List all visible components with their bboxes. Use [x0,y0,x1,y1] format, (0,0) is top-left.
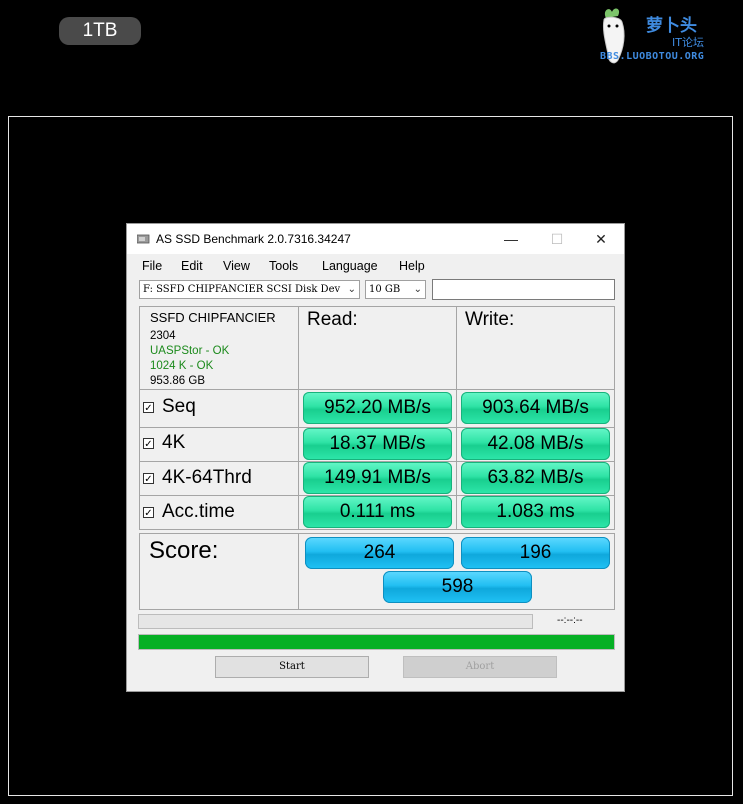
4k-64thrd-read-result: 149.91 MB/s [303,462,452,494]
test-label-4k: 4K [162,432,186,453]
menu-file[interactable]: File [142,259,162,273]
overall-progress-fill [139,635,614,649]
drive-firmware: 2304 [150,330,176,342]
chevron-down-icon: ⌄ [413,284,422,295]
close-button[interactable]: ✕ [578,224,624,254]
elapsed-timer: --:--:-- [557,615,583,626]
acc-time-read-result: 0.111 ms [303,496,452,528]
menu-language[interactable]: Language [322,259,378,273]
acc-time-write-result: 1.083 ms [461,496,610,528]
path-input[interactable] [432,279,615,300]
drive-select[interactable]: F: SSFD CHIPFANCIER SCSI Disk Dev ⌄ [139,280,360,299]
watermark-name: 萝卜头 [646,16,697,36]
window-title: AS SSD Benchmark 2.0.7316.34247 [156,232,351,246]
drive-select-value: F: SSFD CHIPFANCIER SCSI Disk Dev [143,284,341,295]
grid-divider [298,533,299,610]
checkbox-acc-time[interactable]: ✓ [143,506,154,519]
driver-status: UASPStor - OK [150,345,230,357]
4k-read-result: 18.37 MB/s [303,428,452,460]
drive-model: SSFD CHIPFANCIER [150,310,276,325]
menu-view[interactable]: View [223,259,250,273]
as-ssd-window: AS SSD Benchmark 2.0.7316.34247 — ☐ ✕ Fi… [127,224,624,691]
test-size-select[interactable]: 10 GB ⌄ [365,280,426,299]
grid-divider [456,306,457,530]
capacity-badge: 1TB [59,17,141,45]
write-header: Write: [465,309,515,330]
test-progress-bar [138,614,533,629]
checkbox-4k-64thrd[interactable]: ✓ [143,472,154,485]
grid-divider [139,389,615,390]
app-icon [137,234,150,244]
test-row-4k[interactable]: ✓ 4K [143,432,185,454]
title-bar[interactable]: AS SSD Benchmark 2.0.7316.34247 — ☐ ✕ [127,224,624,254]
menu-tools[interactable]: Tools [269,259,298,273]
test-label-4k-64thrd: 4K-64Thrd [162,467,252,488]
score-label: Score: [149,537,219,564]
score-read: 264 [305,537,454,569]
score-write: 196 [461,537,610,569]
start-button[interactable]: Start [215,656,369,678]
alignment-status: 1024 K - OK [150,360,214,372]
test-size-value: 10 GB [369,284,401,295]
menu-edit[interactable]: Edit [181,259,203,273]
test-row-acc-time[interactable]: ✓ Acc.time [143,501,235,523]
abort-button[interactable]: Abort [403,656,557,678]
4k-write-result: 42.08 MB/s [461,428,610,460]
test-row-seq[interactable]: ✓ Seq [143,396,196,418]
menu-help[interactable]: Help [399,259,425,273]
test-row-4k-64thrd[interactable]: ✓ 4K-64Thrd [143,467,252,489]
overall-progress-bar [138,634,615,650]
checkbox-4k[interactable]: ✓ [143,437,154,450]
test-label-seq: Seq [162,396,196,417]
checkbox-seq[interactable]: ✓ [143,401,154,414]
score-total: 598 [383,571,532,603]
test-label-acc-time: Acc.time [162,501,235,522]
grid-divider [298,306,299,530]
watermark-url: BBS.LUOBOTOU.ORG [600,51,705,62]
read-header: Read: [307,309,358,330]
drive-capacity: 953.86 GB [150,375,205,387]
chevron-down-icon: ⌄ [347,284,356,295]
minimize-button[interactable]: — [488,224,534,254]
seq-read-result: 952.20 MB/s [303,392,452,424]
watermark-sub: IT论坛 [672,36,704,49]
4k-64thrd-write-result: 63.82 MB/s [461,462,610,494]
seq-write-result: 903.64 MB/s [461,392,610,424]
maximize-button[interactable]: ☐ [534,224,580,254]
